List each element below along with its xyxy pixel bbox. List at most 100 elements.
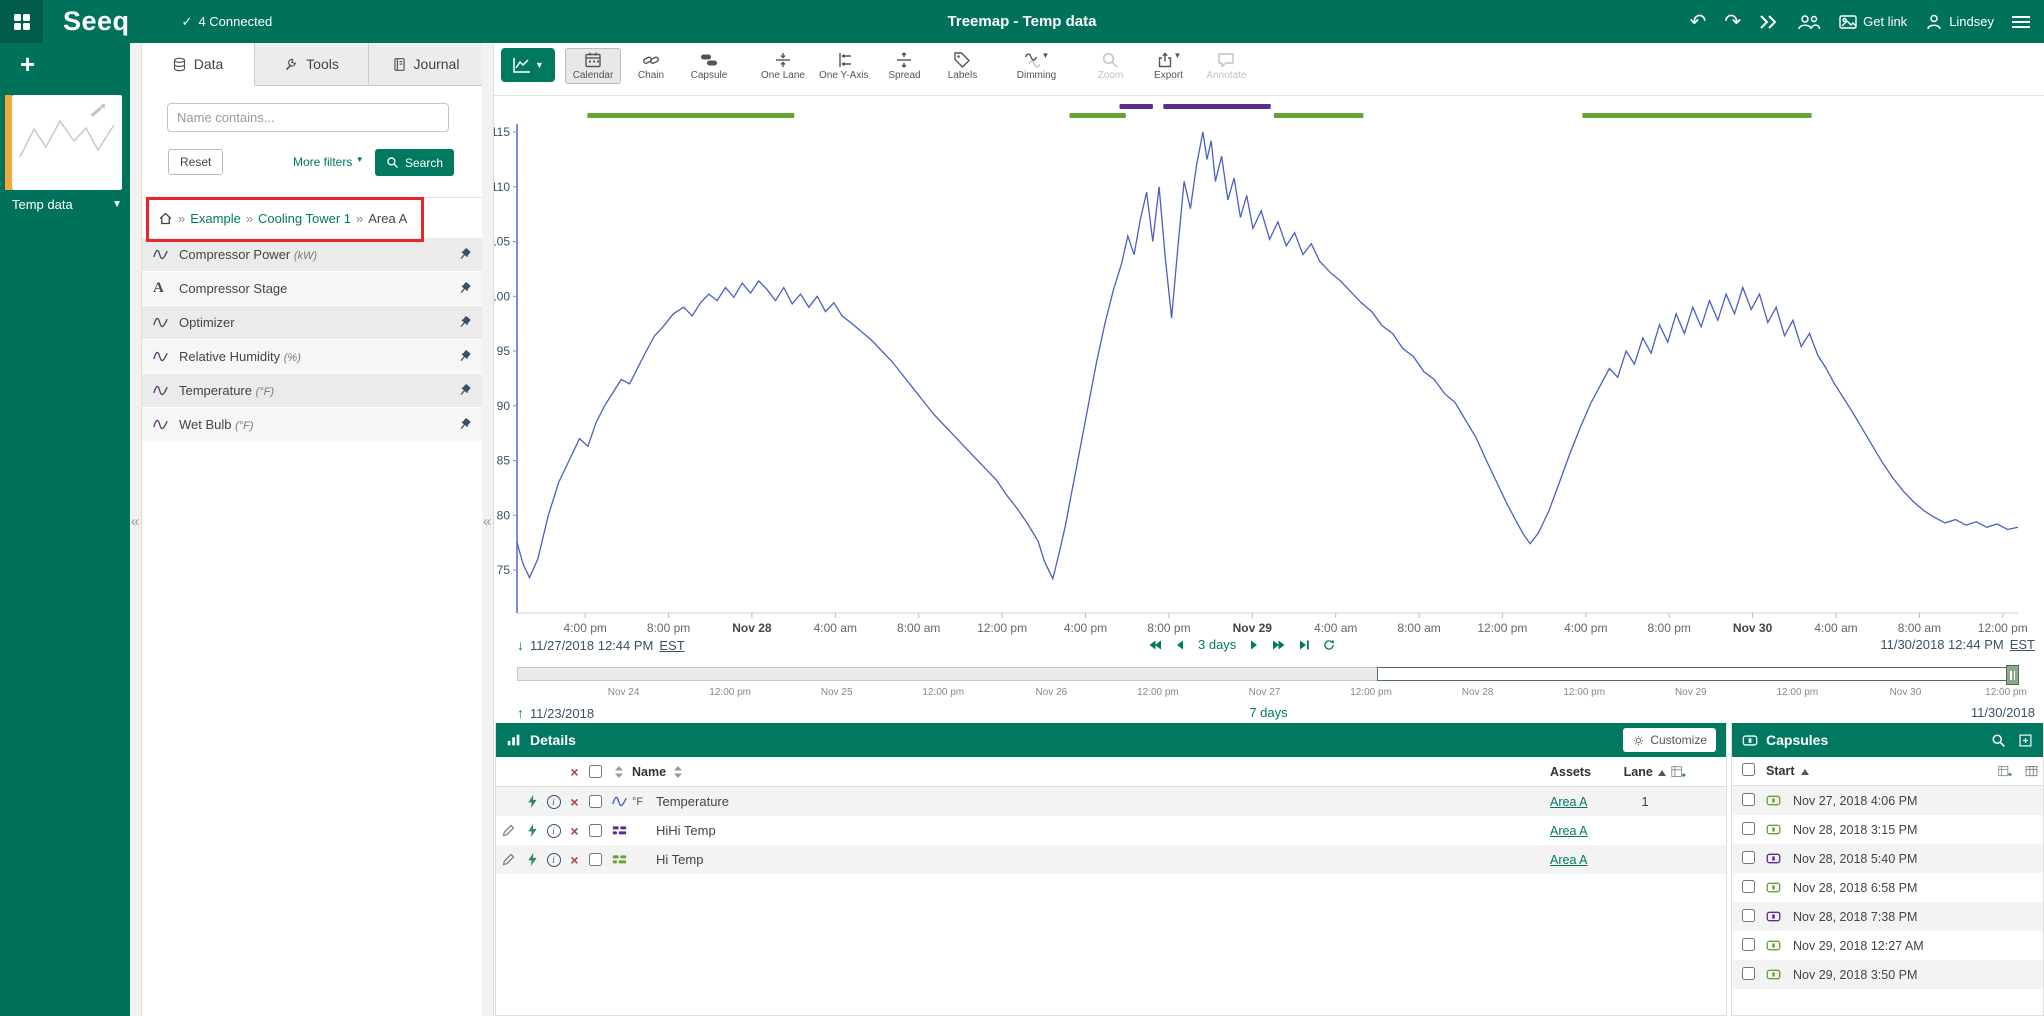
range-start-arrow-icon[interactable]: ↓ <box>517 637 524 653</box>
autoscale-icon[interactable] <box>522 794 543 809</box>
toolbar-chain-button[interactable]: Chain <box>623 48 679 84</box>
tab-journal[interactable]: Journal <box>369 43 482 85</box>
autoscale-icon[interactable] <box>522 823 543 838</box>
pin-icon[interactable] <box>457 315 472 330</box>
capsule-row[interactable]: Nov 29, 2018 3:50 PM <box>1732 960 2043 989</box>
asset-item[interactable]: Temperature (°F) <box>141 374 482 407</box>
trend-chart[interactable]: 4:00 pm8:00 pmNov 284:00 am8:00 am12:00 … <box>493 90 2044 635</box>
timeline-selection[interactable] <box>1377 667 2018 681</box>
asset-item[interactable]: ACompressor Stage <box>141 272 482 305</box>
user-menu[interactable]: Lindsey <box>1925 13 1994 31</box>
view-mode-trend-button[interactable]: ▼ <box>501 48 555 82</box>
worksheet-thumbnail[interactable] <box>12 95 122 190</box>
capsule-row[interactable]: Nov 28, 2018 7:38 PM <box>1732 902 2043 931</box>
row-checkbox[interactable] <box>589 824 602 837</box>
toolbar-calendar-button[interactable]: Calendar <box>565 48 621 84</box>
range-duration-label[interactable]: 3 days <box>1198 637 1236 652</box>
present-forward-icon[interactable] <box>1759 15 1779 29</box>
asset-item[interactable]: Relative Humidity (%) <box>141 340 482 373</box>
capsule-row[interactable]: Nov 29, 2018 12:27 AM <box>1732 931 2043 960</box>
row-checkbox[interactable] <box>1742 793 1755 806</box>
apps-grid-button[interactable] <box>0 0 43 43</box>
asset-item[interactable]: Optimizer <box>141 306 482 339</box>
edit-icon[interactable] <box>501 823 522 838</box>
search-input[interactable] <box>167 103 449 132</box>
edit-icon[interactable] <box>501 852 522 867</box>
worksheet-chevron-down-icon[interactable]: ▼ <box>112 199 122 210</box>
refresh-icon[interactable] <box>1322 639 1336 651</box>
lane-column-header[interactable]: Lane <box>1620 765 1670 779</box>
row-checkbox[interactable] <box>589 795 602 808</box>
redo-icon[interactable]: ↷ <box>1724 12 1741 32</box>
breadcrumb-cooling-tower-1[interactable]: Cooling Tower 1 <box>258 211 351 226</box>
row-checkbox[interactable] <box>1742 909 1755 922</box>
remove-icon[interactable]: × <box>564 853 585 867</box>
remove-all-icon[interactable]: × <box>570 765 578 779</box>
remove-icon[interactable]: × <box>564 795 585 809</box>
new-worksheet-button[interactable]: + <box>20 49 35 80</box>
table-options-icon[interactable] <box>2024 764 2039 779</box>
details-row[interactable]: i×HiHi TempArea A <box>496 816 1726 845</box>
toolbar-labels-button[interactable]: Labels <box>934 48 990 84</box>
assets-column-header[interactable]: Assets <box>1550 765 1620 779</box>
step-to-end-icon[interactable] <box>1297 639 1311 651</box>
collaborators-icon[interactable] <box>1797 14 1821 30</box>
connection-status[interactable]: ✓ 4 Connected <box>182 14 273 30</box>
breadcrumb-example[interactable]: Example <box>190 211 241 226</box>
row-checkbox[interactable] <box>1742 967 1755 980</box>
toolbar-export-button[interactable]: ▼ Export <box>1140 48 1196 84</box>
undo-icon[interactable]: ↶ <box>1690 12 1707 32</box>
window-duration-label[interactable]: 7 days <box>1249 705 1287 720</box>
select-all-checkbox[interactable] <box>589 765 602 778</box>
hamburger-menu-icon[interactable] <box>2012 13 2030 31</box>
capsule-row[interactable]: Nov 28, 2018 5:40 PM <box>1732 844 2043 873</box>
home-icon[interactable] <box>158 211 173 226</box>
asset-item[interactable]: Compressor Power (kW) <box>141 238 482 271</box>
pin-icon[interactable] <box>457 417 472 432</box>
toolbar-dimming-button[interactable]: ▼ Dimming <box>1008 48 1064 84</box>
toolbar-capsule-button[interactable]: Capsule <box>681 48 737 84</box>
remove-icon[interactable]: × <box>564 824 585 838</box>
details-row[interactable]: i×Hi TempArea A <box>496 845 1726 874</box>
asset-link[interactable]: Area A <box>1550 824 1588 838</box>
timeline-resize-handle[interactable] <box>2006 665 2019 685</box>
row-checkbox[interactable] <box>1742 938 1755 951</box>
asset-link[interactable]: Area A <box>1550 795 1588 809</box>
row-checkbox[interactable] <box>1742 822 1755 835</box>
search-icon[interactable] <box>1991 733 2006 748</box>
asset-item[interactable]: Wet Bulb (°F) <box>141 408 482 441</box>
toolbar-spread-button[interactable]: Spread <box>876 48 932 84</box>
add-column-icon[interactable] <box>1997 764 2012 779</box>
toolbar-one-lane-button[interactable]: One Lane <box>755 48 811 84</box>
collapse-sidebar-handle[interactable]: « <box>131 513 139 530</box>
timezone-link[interactable]: EST <box>659 638 684 653</box>
capsule-row[interactable]: Nov 28, 2018 6:58 PM <box>1732 873 2043 902</box>
step-forward-icon[interactable] <box>1247 639 1261 651</box>
pin-icon[interactable] <box>457 349 472 364</box>
window-start-arrow-icon[interactable]: ↑ <box>517 705 524 721</box>
step-forward-fast-icon[interactable] <box>1272 639 1286 651</box>
row-checkbox[interactable] <box>589 853 602 866</box>
info-icon[interactable]: i <box>543 795 564 809</box>
capsule-row[interactable]: Nov 28, 2018 3:15 PM <box>1732 815 2043 844</box>
add-column-icon[interactable] <box>1670 764 1686 780</box>
customize-button[interactable]: Customize <box>1623 728 1716 752</box>
autoscale-icon[interactable] <box>522 852 543 867</box>
capsule-row[interactable]: Nov 27, 2018 4:06 PM <box>1732 786 2043 815</box>
expand-panel-icon[interactable] <box>2018 733 2033 748</box>
reset-button[interactable]: Reset <box>168 149 223 175</box>
get-link-button[interactable]: Get link <box>1839 14 1907 29</box>
sort-icon[interactable] <box>615 766 623 778</box>
row-checkbox[interactable] <box>1742 880 1755 893</box>
toolbar-one-y-axis-button[interactable]: One Y-Axis <box>813 48 874 84</box>
sort-icon[interactable] <box>674 766 682 778</box>
info-icon[interactable]: i <box>543 824 564 838</box>
start-column-header[interactable]: Start <box>1766 764 1809 778</box>
pin-icon[interactable] <box>457 281 472 296</box>
asset-link[interactable]: Area A <box>1550 853 1588 867</box>
row-checkbox[interactable] <box>1742 851 1755 864</box>
details-row[interactable]: i×°FTemperatureArea A1 <box>496 787 1726 816</box>
tab-tools[interactable]: Tools <box>255 43 369 85</box>
step-back-icon[interactable] <box>1173 639 1187 651</box>
tab-data[interactable]: Data <box>141 43 255 86</box>
